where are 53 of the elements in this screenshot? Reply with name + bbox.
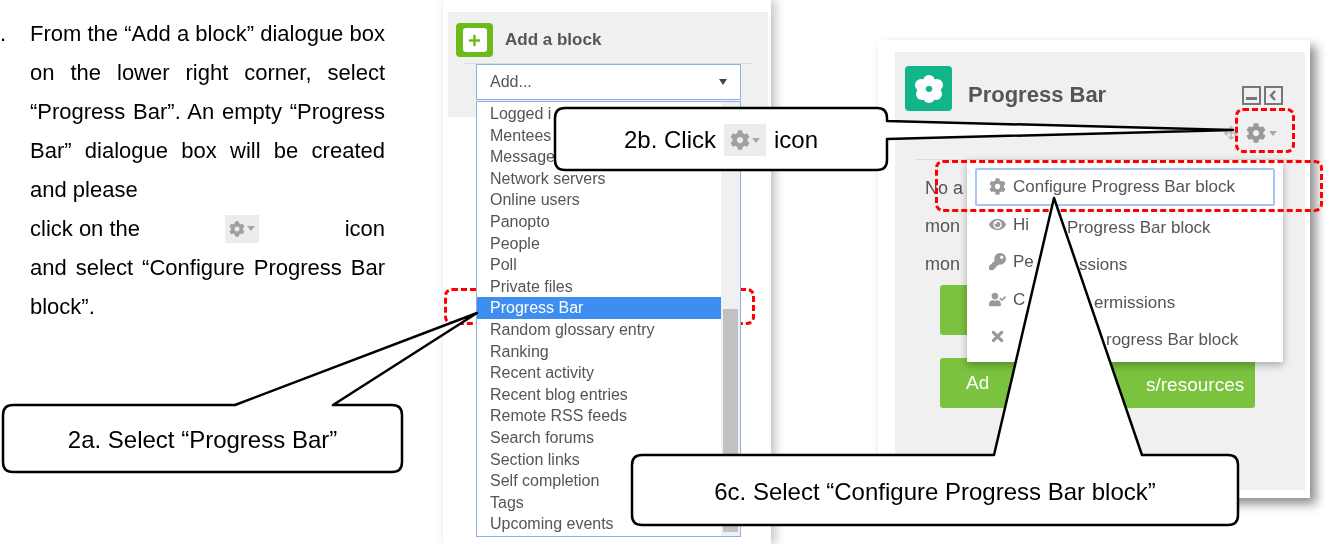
menu-item[interactable]: Hi — [1013, 211, 1030, 237]
caret-icon — [719, 79, 727, 85]
option-item[interactable]: Section links — [490, 448, 580, 471]
callout-text: 2b. Click — [623, 125, 716, 155]
option-item[interactable]: Self completion — [490, 470, 600, 492]
block-title: Add a block — [505, 29, 602, 52]
menu-item[interactable]: Pe — [1013, 249, 1034, 275]
flower-icon — [905, 66, 952, 111]
gear-icon — [724, 124, 766, 156]
menu-item[interactable]: C — [1013, 286, 1026, 312]
option-item[interactable]: People — [490, 232, 540, 255]
option-item[interactable]: Random glossary entry — [490, 318, 655, 341]
option-item[interactable]: Recent blog entries — [490, 383, 628, 406]
minimize-icon[interactable] — [1242, 86, 1261, 105]
option-item[interactable]: Panopto — [490, 210, 550, 233]
gear-icon — [989, 178, 1006, 196]
dock-icon[interactable] — [1264, 86, 1283, 105]
gear-icon — [225, 214, 260, 243]
callout-text: icon — [774, 125, 819, 155]
menu-item[interactable]: ermissions — [1094, 289, 1176, 315]
settings-icon[interactable] — [1246, 123, 1277, 143]
key-icon — [989, 253, 1006, 271]
highlight-frame — [1235, 108, 1295, 153]
option-item[interactable]: Message — [490, 146, 555, 168]
option-item[interactable]: Private files — [490, 275, 573, 298]
option-item[interactable]: Remote RSS feeds — [490, 405, 627, 427]
option-item[interactable]: Recent activity — [490, 362, 595, 384]
option-item[interactable]: Tags — [490, 491, 524, 514]
block-content-text: mon — [925, 254, 960, 275]
list-marker: . — [0, 20, 8, 48]
block-title: Progress Bar — [968, 81, 1107, 109]
menu-item[interactable]: Progress Bar block — [1067, 214, 1211, 240]
plus-icon — [456, 23, 493, 57]
option-item[interactable]: Ranking — [490, 340, 549, 363]
instruction-text: icon — [344, 215, 385, 243]
callout-text: 2a. Select “Progress Bar” — [67, 425, 338, 455]
move-icon[interactable] — [1224, 126, 1238, 140]
option-item[interactable]: Network servers — [490, 167, 606, 190]
block-content-text: mon — [925, 216, 960, 237]
user-icon — [989, 290, 1006, 308]
instruction-text: click on the — [30, 215, 141, 243]
option-item[interactable]: Upcoming events — [490, 513, 614, 535]
option-item[interactable]: Poll — [490, 254, 517, 276]
option-item[interactable]: Online users — [490, 189, 580, 211]
option-item[interactable]: Mentees — [490, 124, 552, 147]
instruction-text: and select “Configure Progress Bar block”. — [30, 254, 385, 321]
block-select[interactable]: Add... — [476, 64, 741, 100]
option-item[interactable]: Search forums — [490, 426, 595, 449]
menu-item[interactable]: rogress Bar block — [1106, 327, 1239, 353]
callout-text: 6c. Select “Configure Progress Bar block” — [714, 477, 1156, 507]
menu-item[interactable]: Configure Progress Bar block — [975, 168, 1275, 206]
menu-item[interactable]: ssions — [1079, 252, 1128, 278]
option-item[interactable]: Logged i — [490, 103, 552, 125]
